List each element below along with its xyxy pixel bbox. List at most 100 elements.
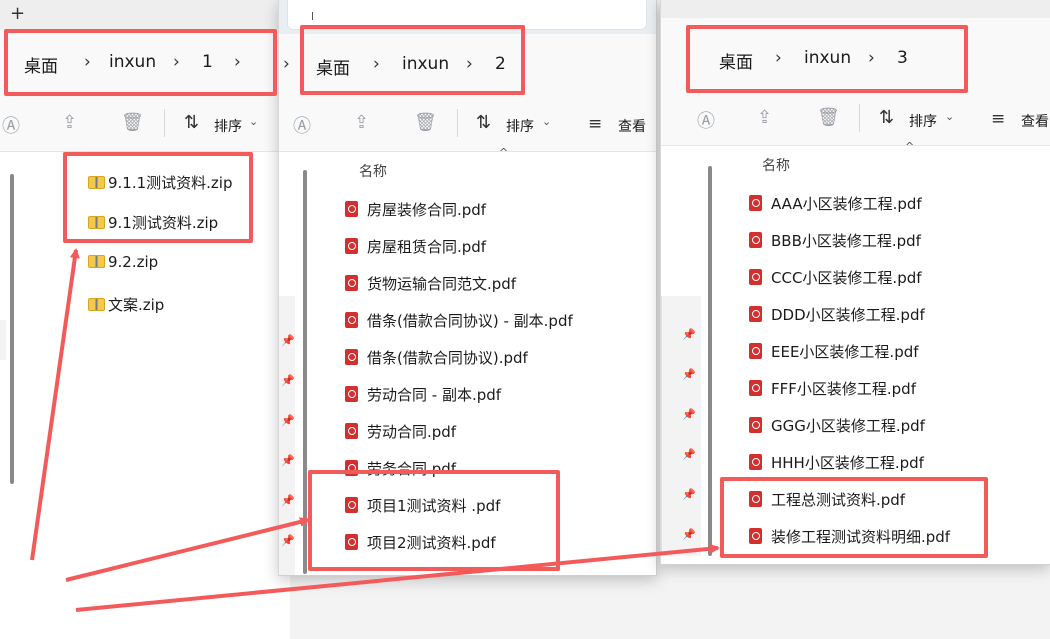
pdf-file-icon bbox=[345, 497, 358, 513]
view-button[interactable]: 查看 bbox=[618, 116, 646, 136]
sort-button[interactable]: 排序 bbox=[506, 116, 534, 136]
tab-strip: + bbox=[0, 0, 290, 30]
zip-folder-icon bbox=[88, 298, 105, 311]
chevron-down-icon[interactable]: ⌄ bbox=[945, 110, 954, 123]
nav-scrollbar[interactable] bbox=[708, 166, 712, 556]
new-tab-plus-icon[interactable]: + bbox=[10, 3, 25, 24]
breadcrumb-inxun[interactable]: inxun bbox=[109, 52, 156, 72]
chevron-right-icon: › bbox=[283, 54, 290, 74]
nav-scrollbar[interactable] bbox=[303, 170, 307, 574]
view-icon[interactable]: ≡ bbox=[588, 114, 602, 134]
pin-icon[interactable]: 📌 bbox=[281, 374, 295, 387]
breadcrumb-desktop[interactable]: 桌面 bbox=[24, 52, 58, 77]
list-item[interactable]: 房屋装修合同.pdf bbox=[345, 199, 486, 220]
chevron-right-icon[interactable]: › bbox=[234, 52, 241, 72]
zip-folder-icon bbox=[88, 176, 105, 189]
list-item[interactable]: BBB小区装修工程.pdf bbox=[749, 230, 921, 251]
file-list-pane: 9.1.1测试资料.zip 9.1测试资料.zip 9.2.zip 文案.zip bbox=[0, 152, 290, 639]
list-item[interactable]: 劳动合同 - 副本.pdf bbox=[345, 384, 501, 405]
pdf-file-icon bbox=[345, 275, 358, 291]
pin-icon[interactable]: 📌 bbox=[281, 454, 295, 467]
pin-icon[interactable]: 📌 bbox=[682, 368, 696, 381]
rename-icon[interactable]: Ⓐ bbox=[697, 107, 715, 133]
sort-icon[interactable]: ⇅ bbox=[879, 107, 894, 128]
search-box[interactable] bbox=[287, 0, 647, 30]
pin-icon[interactable]: 📌 bbox=[682, 448, 696, 461]
rename-icon[interactable]: Ⓐ bbox=[293, 112, 311, 138]
sort-icon[interactable]: ⇅ bbox=[476, 112, 491, 133]
explorer-window-2: › 桌面 › inxun › 2 Ⓐ ⇪ 🗑 ⇅ 排序 ⌄ ≡ 查看 📌 📌 📌… bbox=[278, 0, 657, 576]
pdf-file-icon bbox=[749, 491, 762, 507]
list-item[interactable]: GGG小区装修工程.pdf bbox=[749, 415, 925, 436]
pdf-file-icon bbox=[345, 534, 358, 550]
list-item[interactable]: FFF小区装修工程.pdf bbox=[749, 378, 916, 399]
delete-icon[interactable]: 🗑 bbox=[414, 112, 437, 133]
breadcrumb-folder-2[interactable]: 2 bbox=[495, 54, 506, 74]
command-bar: Ⓐ ⇪ 🗑 ⇅ 排序 ⌄ bbox=[0, 94, 290, 152]
breadcrumb-desktop[interactable]: 桌面 bbox=[316, 54, 350, 79]
chevron-down-icon[interactable]: ⌄ bbox=[542, 115, 551, 128]
pin-icon[interactable]: 📌 bbox=[281, 414, 295, 427]
list-item[interactable]: 项目1测试资料 .pdf bbox=[345, 495, 500, 516]
list-item[interactable]: 工程总测试资料.pdf bbox=[749, 489, 905, 510]
nav-scrollbar[interactable] bbox=[10, 174, 14, 484]
breadcrumb-folder-3[interactable]: 3 bbox=[897, 48, 908, 68]
list-item[interactable]: 9.1测试资料.zip bbox=[88, 212, 218, 233]
list-item[interactable]: 9.1.1测试资料.zip bbox=[88, 172, 233, 193]
list-item[interactable]: 装修工程测试资料明细.pdf bbox=[749, 526, 950, 547]
pin-icon[interactable]: 📌 bbox=[281, 334, 295, 347]
pin-icon[interactable]: 📌 bbox=[281, 534, 295, 547]
sort-button[interactable]: 排序 bbox=[214, 116, 242, 136]
delete-icon[interactable]: 🗑 bbox=[121, 112, 144, 133]
pdf-file-icon bbox=[749, 306, 762, 322]
list-item[interactable]: 房屋租赁合同.pdf bbox=[345, 236, 486, 257]
address-bar[interactable]: 桌面 › inxun › 1 › bbox=[0, 30, 290, 94]
chevron-down-icon[interactable]: ⌄ bbox=[249, 115, 258, 128]
pin-icon[interactable]: 📌 bbox=[682, 488, 696, 501]
rename-icon[interactable]: Ⓐ bbox=[2, 112, 20, 138]
column-header-name[interactable]: 名称 bbox=[762, 155, 790, 175]
delete-icon[interactable]: 🗑 bbox=[817, 107, 840, 128]
breadcrumb-folder-1[interactable]: 1 bbox=[202, 52, 213, 72]
list-item[interactable]: DDD小区装修工程.pdf bbox=[749, 304, 925, 325]
share-icon[interactable]: ⇪ bbox=[354, 112, 369, 133]
list-item[interactable]: 9.2.zip bbox=[88, 253, 158, 271]
chevron-right-icon: › bbox=[173, 52, 180, 72]
breadcrumb-inxun[interactable]: inxun bbox=[804, 48, 851, 68]
pdf-file-icon bbox=[749, 195, 762, 211]
toolbar-divider bbox=[859, 104, 860, 132]
pdf-file-icon bbox=[345, 386, 358, 402]
pin-icon[interactable]: 📌 bbox=[281, 494, 295, 507]
list-item[interactable]: 劳动合同.pdf bbox=[345, 421, 456, 442]
list-item[interactable]: HHH小区装修工程.pdf bbox=[749, 452, 924, 473]
breadcrumb-desktop[interactable]: 桌面 bbox=[719, 48, 753, 73]
pin-icon[interactable]: 📌 bbox=[682, 408, 696, 421]
share-icon[interactable]: ⇪ bbox=[62, 112, 77, 133]
list-item[interactable]: EEE小区装修工程.pdf bbox=[749, 341, 919, 362]
pdf-file-icon bbox=[345, 460, 358, 476]
list-item[interactable]: 借条(借款合同协议) - 副本.pdf bbox=[345, 310, 573, 331]
list-item[interactable]: 劳务合同.pdf bbox=[345, 458, 456, 479]
address-bar[interactable]: › 桌面 › inxun › 2 bbox=[279, 34, 656, 94]
pin-icon[interactable]: 📌 bbox=[682, 328, 696, 341]
tab-strip bbox=[279, 0, 656, 34]
column-header-name[interactable]: 名称 bbox=[359, 161, 387, 181]
chevron-right-icon: › bbox=[466, 54, 473, 74]
list-item[interactable]: 货物运输合同范文.pdf bbox=[345, 273, 516, 294]
zip-folder-icon bbox=[88, 255, 105, 268]
list-item[interactable]: 项目2测试资料.pdf bbox=[345, 532, 496, 553]
sort-icon[interactable]: ⇅ bbox=[184, 112, 199, 133]
view-icon[interactable]: ≡ bbox=[991, 109, 1005, 129]
tab-strip bbox=[661, 0, 1050, 18]
list-item[interactable]: AAA小区装修工程.pdf bbox=[749, 193, 922, 214]
address-bar[interactable]: 桌面 › inxun › 3 bbox=[661, 18, 1050, 90]
list-item[interactable]: CCC小区装修工程.pdf bbox=[749, 267, 922, 288]
breadcrumb-inxun[interactable]: inxun bbox=[402, 54, 449, 74]
pin-icon[interactable]: 📌 bbox=[682, 528, 696, 541]
list-item[interactable]: 文案.zip bbox=[88, 294, 164, 315]
pdf-file-icon bbox=[345, 312, 358, 328]
view-button[interactable]: 查看 bbox=[1021, 111, 1049, 131]
share-icon[interactable]: ⇪ bbox=[757, 107, 772, 128]
list-item[interactable]: 借条(借款合同协议).pdf bbox=[345, 347, 528, 368]
sort-button[interactable]: 排序 bbox=[909, 111, 937, 131]
